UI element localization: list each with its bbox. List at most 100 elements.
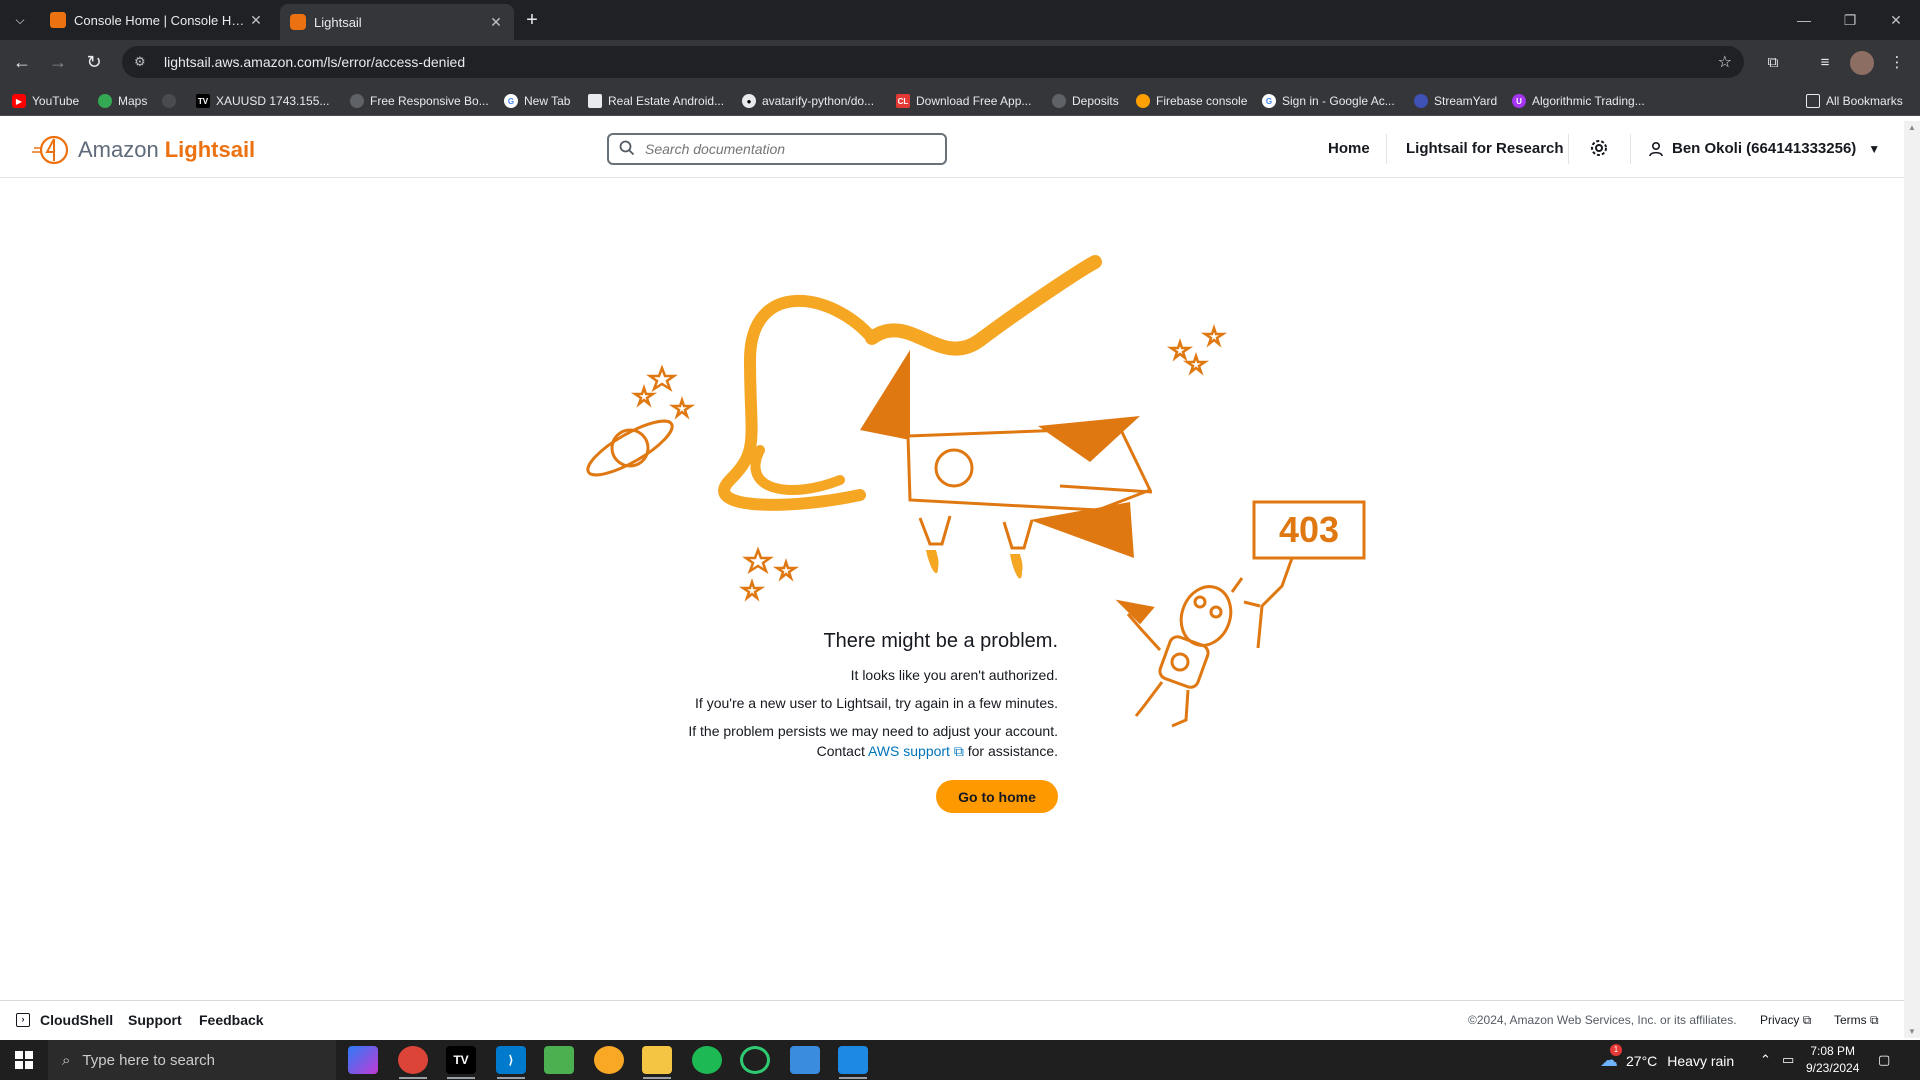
weather-widget[interactable]: ☁ 1 27°C Heavy rain [1600,1044,1734,1071]
scroll-up-icon[interactable]: ▲ [1908,123,1916,132]
bookmark-label: StreamYard [1434,94,1498,108]
start-button[interactable] [0,1040,48,1080]
copilot-icon[interactable] [348,1046,378,1074]
error-headline: There might be a problem. [823,630,1058,652]
bookmark-free-responsive[interactable]: Free Responsive Bo... [350,91,489,111]
bookmark-avatarify[interactable]: ● avatarify-python/do... [742,91,874,111]
lightsail-logo[interactable]: Amazon Lightsail [32,134,255,166]
github-icon: ● [742,94,756,108]
bookmark-algorithmic-trading[interactable]: U Algorithmic Trading... [1512,91,1645,111]
taskbar-clock[interactable]: 7:08 PM 9/23/2024 [1806,1043,1859,1077]
spotify-icon[interactable] [692,1046,722,1074]
caret-down-icon: ▼ [1868,141,1881,156]
tab-search-chevron-icon[interactable]: ⌵ [8,8,32,32]
nav-divider [1568,134,1569,164]
user-icon [1649,141,1663,156]
document-icon [588,94,602,108]
all-bookmarks[interactable]: All Bookmarks [1806,91,1903,111]
site-settings-icon[interactable]: ⚙ [134,54,152,70]
app-icon[interactable] [740,1046,770,1074]
go-to-home-button[interactable]: Go to home [936,780,1058,813]
google-g-icon: G [504,94,518,108]
aws-support-link[interactable]: AWS support [868,743,950,759]
tray-chevron-up-icon[interactable]: ⌃ [1760,1052,1771,1068]
bookmark-label: Download Free App... [916,94,1032,108]
bookmark-new-tab[interactable]: G New Tab [504,91,570,111]
external-link-icon: ⧉ [953,743,964,759]
extensions-puzzle-icon[interactable]: ⧉ [1762,52,1784,74]
globe-icon [350,94,364,108]
user-menu[interactable]: Ben Okoli (664141333256) ▼ [1648,140,1880,157]
browser-tab-lightsail[interactable]: Lightsail ✕ [280,4,514,40]
bookmark-link-blank[interactable] [162,91,182,111]
close-tab-icon[interactable]: ✕ [488,14,504,31]
bookmark-download-free[interactable]: CL Download Free App... [896,91,1031,111]
vscode-icon[interactable]: ⟩ [496,1046,526,1074]
new-tab-plus-icon[interactable]: + [520,8,544,32]
bookmark-real-estate[interactable]: Real Estate Android... [588,91,724,111]
copyright-text: ©2024, Amazon Web Services, Inc. or its … [1468,1013,1737,1027]
profile-avatar-icon[interactable] [1850,51,1874,75]
bookmarks-bar: ▶ YouTube Maps TV XAUUSD 1743.155... Fre… [0,84,1920,116]
cloudshell-label: CloudShell [40,1012,114,1028]
bookmark-deposits[interactable]: Deposits [1052,91,1119,111]
reload-icon[interactable]: ↻ [82,50,106,74]
tradingview-icon[interactable]: TV [446,1046,476,1074]
app-icon[interactable] [790,1046,820,1074]
lightsail-favicon-icon [290,14,306,30]
bookmark-firebase[interactable]: Firebase console [1136,91,1247,111]
contact-prefix: Contact [816,743,865,759]
bookmark-label: Deposits [1072,94,1119,108]
close-window-icon[interactable]: ✕ [1876,8,1916,32]
bookmark-youtube[interactable]: ▶ YouTube [12,91,79,111]
scroll-down-icon[interactable]: ▼ [1908,1027,1916,1036]
nav-lightsail-research[interactable]: Lightsail for Research [1406,140,1564,157]
cloudshell-button[interactable]: › CloudShell [16,1012,113,1028]
address-bar[interactable]: ⚙ lightsail.aws.amazon.com/ls/error/acce… [122,46,1744,78]
notifications-icon[interactable]: ▢ [1878,1052,1890,1068]
bookmark-star-icon[interactable]: ☆ [1718,52,1732,72]
app-icon[interactable] [594,1046,624,1074]
external-link-icon: ⧉ [1870,1013,1879,1027]
file-explorer-icon[interactable] [642,1046,672,1074]
back-arrow-icon[interactable]: ← [10,50,34,74]
weather-temp: 27°C [1626,1052,1658,1069]
app-icon[interactable] [838,1046,868,1074]
bookmark-xauusd[interactable]: TV XAUUSD 1743.155... [196,91,329,111]
nav-home[interactable]: Home [1328,140,1370,157]
bookmark-maps[interactable]: Maps [98,91,147,111]
bookmark-label: YouTube [32,94,80,108]
browser-tab-console-home[interactable]: Console Home | Console Home ✕ [40,4,274,36]
close-tab-icon[interactable]: ✕ [248,12,264,29]
browser-toolbar: ← → ↻ ⚙ lightsail.aws.amazon.com/ls/erro… [0,40,1920,84]
running-indicator [643,1077,671,1079]
search-icon: ⌕ [62,1051,71,1069]
app-icon[interactable] [544,1046,574,1074]
bookmark-streamyard[interactable]: StreamYard [1414,91,1497,111]
taskbar-search[interactable]: ⌕ Type here to search [48,1040,336,1080]
user-name: Ben Okoli (664141333256) [1672,140,1857,157]
forward-arrow-icon[interactable]: → [46,50,70,74]
terms-link[interactable]: Terms ⧉ [1834,1013,1879,1028]
support-link[interactable]: Support [128,1012,182,1028]
bookmark-label: avatarify-python/do... [762,94,875,108]
battery-network-icon[interactable]: ▭ [1782,1052,1794,1068]
gear-icon[interactable] [1588,137,1610,159]
page-scrollbar[interactable]: ▲ ▼ [1904,121,1920,1038]
robot-doodle [1115,577,1261,728]
privacy-link[interactable]: Privacy ⧉ [1760,1013,1811,1028]
minimize-icon[interactable]: — [1784,8,1824,32]
browser-menu-dots-icon[interactable]: ⋮ [1886,52,1908,74]
error-message: There might be a problem. It looks like … [620,630,1058,769]
chrome-icon[interactable] [398,1046,428,1074]
restore-icon[interactable]: ❐ [1830,8,1870,32]
bookmark-label: Algorithmic Trading... [1532,94,1645,108]
search-input[interactable] [645,141,925,157]
external-link-icon: ⧉ [1802,1013,1812,1027]
feedback-link[interactable]: Feedback [199,1012,264,1028]
search-documentation[interactable] [607,133,947,165]
reading-list-icon[interactable]: ≡ [1814,52,1836,74]
error-line-persists: If the problem persists we may need to a… [688,723,1058,739]
bookmark-google-signin[interactable]: G Sign in - Google Ac... [1262,91,1395,111]
terms-label: Terms [1834,1013,1867,1027]
